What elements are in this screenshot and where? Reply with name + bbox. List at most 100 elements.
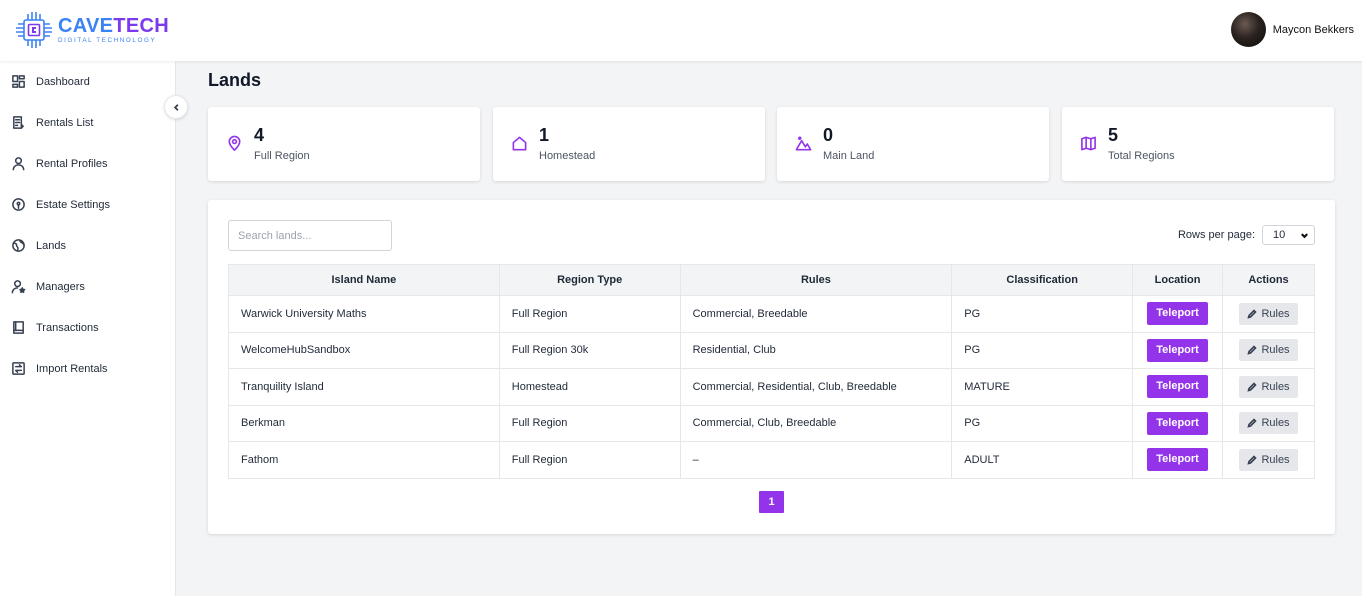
sidebar: Dashboard Rentals List Rental Profiles E… — [0, 61, 176, 596]
cell-island-name: Tranquility Island — [228, 368, 500, 406]
teleport-button[interactable]: Teleport — [1147, 411, 1208, 435]
rows-per-page-label: Rows per page: — [1177, 229, 1255, 241]
edit-icon — [1247, 309, 1258, 319]
cell-island-name: Berkman — [228, 404, 500, 442]
cell-region-type: Full Region — [498, 295, 681, 333]
cell-rules: Commercial, Breedable — [679, 295, 953, 333]
teleport-button[interactable]: Teleport — [1147, 448, 1208, 472]
user-icon — [10, 156, 26, 172]
teleport-button[interactable]: Teleport — [1147, 375, 1208, 399]
mountain-icon — [795, 135, 812, 152]
cell-location: Teleport — [1132, 368, 1224, 406]
stat-label: Total Regions — [1108, 150, 1175, 162]
stat-value: 4 — [254, 125, 265, 145]
chevron-left-icon — [173, 103, 178, 111]
cell-actions: Rules — [1222, 295, 1315, 333]
sidebar-item-label: Transactions — [36, 321, 99, 334]
dashboard-icon — [10, 74, 26, 90]
sidebar-item-managers[interactable]: Managers — [0, 266, 175, 307]
cell-location: Teleport — [1132, 331, 1224, 369]
cell-location: Teleport — [1132, 441, 1224, 479]
sidebar-item-rental-profiles[interactable]: Rental Profiles — [0, 143, 175, 184]
cell-rules: Residential, Club — [679, 331, 953, 369]
sidebar-item-label: Rentals List — [36, 116, 94, 129]
search-input[interactable] — [228, 220, 392, 251]
stat-label: Main Land — [823, 150, 875, 162]
cell-rules: – — [679, 441, 953, 479]
sidebar-item-lands[interactable]: Lands — [0, 225, 175, 266]
page-title: Lands — [208, 70, 262, 90]
logo[interactable]: CAVETECH DIGITAL TECHNOLOGY — [14, 10, 169, 50]
stat-value: 0 — [823, 125, 834, 145]
brand-name: CAVETECH — [58, 14, 169, 37]
sidebar-item-label: Dashboard — [36, 75, 90, 88]
cell-island-name: Warwick University Maths — [228, 295, 500, 333]
pagination-page-button[interactable]: 1 — [759, 491, 784, 513]
rules-button-label: Rules — [1261, 453, 1290, 466]
home-icon — [511, 135, 528, 152]
user-star-icon — [10, 279, 26, 295]
lands-table-card: Rows per page: 10 Island Name Region Typ… — [208, 200, 1335, 534]
column-header-classification[interactable]: Classification — [951, 264, 1134, 296]
avatar[interactable] — [1230, 12, 1266, 47]
rules-button-label: Rules — [1261, 380, 1290, 393]
column-header-region-type[interactable]: Region Type — [498, 264, 681, 296]
globe-icon — [10, 238, 26, 254]
cell-region-type: Homestead — [498, 368, 681, 406]
table-header-row: Island Name Region Type Rules Classifica… — [228, 264, 1315, 296]
sidebar-item-estate-settings[interactable]: Estate Settings — [0, 184, 175, 225]
sidebar-item-label: Estate Settings — [36, 198, 110, 211]
cell-classification: PG — [951, 331, 1134, 369]
sidebar-item-label: Lands — [36, 239, 66, 252]
rows-per-page-select[interactable]: 10 — [1262, 225, 1315, 245]
rules-button-label: Rules — [1261, 307, 1290, 320]
user-menu[interactable]: Maycon Bekkers — [1230, 12, 1354, 47]
teleport-button[interactable]: Teleport — [1147, 338, 1208, 362]
cell-region-type: Full Region 30k — [498, 331, 681, 369]
rules-button[interactable]: Rules — [1239, 448, 1298, 471]
rules-button[interactable]: Rules — [1239, 412, 1298, 435]
table-row: Warwick University Maths Full Region Com… — [228, 295, 1315, 333]
sidebar-item-label: Import Rentals — [36, 362, 108, 375]
cell-classification: PG — [951, 404, 1134, 442]
rules-button[interactable]: Rules — [1239, 375, 1298, 398]
cell-actions: Rules — [1222, 368, 1315, 406]
sidebar-collapse-button[interactable] — [164, 95, 188, 119]
map-pin-icon — [10, 197, 26, 213]
column-header-island-name[interactable]: Island Name — [228, 264, 500, 296]
sidebar-item-dashboard[interactable]: Dashboard — [0, 61, 175, 102]
cell-classification: MATURE — [951, 368, 1134, 406]
stat-label: Homestead — [539, 150, 596, 162]
sidebar-item-rentals-list[interactable]: Rentals List — [0, 102, 175, 143]
stat-value: 1 — [539, 125, 550, 145]
rules-button-label: Rules — [1261, 344, 1290, 357]
list-icon — [10, 115, 26, 131]
cell-actions: Rules — [1222, 441, 1315, 479]
column-header-actions: Actions — [1222, 264, 1315, 296]
sidebar-item-label: Rental Profiles — [36, 157, 108, 170]
rules-button[interactable]: Rules — [1239, 339, 1298, 362]
rules-button-label: Rules — [1261, 417, 1290, 430]
rules-button[interactable]: Rules — [1239, 302, 1298, 325]
sidebar-item-transactions[interactable]: Transactions — [0, 307, 175, 348]
stat-card-homestead: 1 Homestead — [493, 107, 765, 181]
cell-rules: Commercial, Residential, Club, Breedable — [679, 368, 953, 406]
cell-classification: ADULT — [951, 441, 1134, 479]
stat-card-total-regions: 5 Total Regions — [1062, 107, 1334, 181]
column-header-rules[interactable]: Rules — [679, 264, 953, 296]
edit-icon — [1247, 418, 1258, 428]
chevron-down-icon — [1301, 232, 1308, 238]
import-icon — [10, 361, 26, 377]
sidebar-item-label: Managers — [36, 280, 85, 293]
logo-chip-icon — [16, 12, 52, 48]
teleport-button[interactable]: Teleport — [1147, 302, 1208, 326]
column-header-location: Location — [1132, 264, 1224, 296]
cell-actions: Rules — [1222, 404, 1315, 442]
cell-rules: Commercial, Club, Breedable — [679, 404, 953, 442]
edit-icon — [1247, 455, 1258, 465]
map-pin-icon — [226, 135, 243, 152]
cell-location: Teleport — [1132, 404, 1224, 442]
rows-per-page: Rows per page: 10 — [1178, 225, 1315, 245]
brand-tagline: DIGITAL TECHNOLOGY — [58, 36, 157, 44]
sidebar-item-import-rentals[interactable]: Import Rentals — [0, 348, 175, 389]
